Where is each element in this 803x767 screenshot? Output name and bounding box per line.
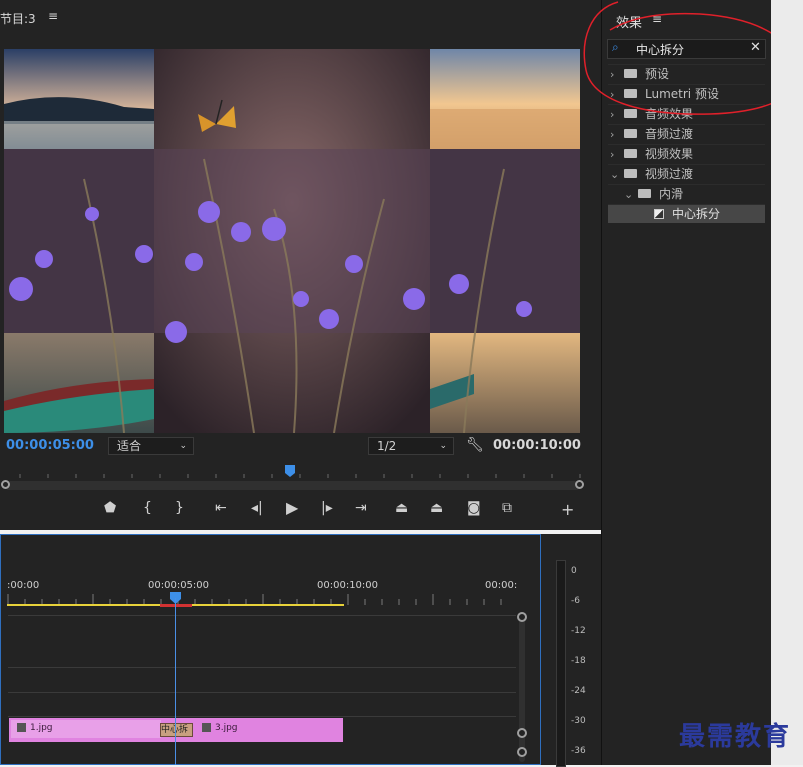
folder-icon (624, 149, 637, 158)
adjacent-panel-edge (771, 0, 803, 765)
tree-item-label: 内滑 (659, 187, 684, 201)
tree-item-label: 音频过渡 (645, 127, 694, 141)
tree-item-label: 视频过渡 (645, 167, 694, 181)
red-annotation-circle (583, 1, 800, 115)
folder-icon (624, 129, 637, 138)
scroll-handle-extra[interactable] (517, 747, 527, 757)
db-label: 0 (571, 566, 577, 576)
monitor-playhead[interactable] (285, 465, 295, 477)
zoom-handle-right[interactable] (575, 480, 584, 489)
current-timecode[interactable]: 00:00:05:00 (6, 438, 94, 453)
track-divider (8, 716, 516, 717)
tree-item-slide[interactable]: ⌄ 内滑 (608, 184, 765, 203)
scroll-handle-top[interactable] (517, 612, 527, 622)
step-forward-icon[interactable]: |▸ (321, 500, 333, 516)
playhead-line (175, 598, 176, 765)
ruler-label: 00:00:10:00 (317, 580, 379, 591)
db-label: -6 (571, 596, 580, 606)
monitor-zoom-scrollbar[interactable] (5, 481, 580, 490)
transition-icon (654, 208, 664, 219)
mark-out-icon[interactable]: } (175, 500, 184, 516)
fit-zoom-value: 适合 (117, 439, 142, 453)
db-label: -24 (571, 686, 586, 696)
program-video-frame (4, 49, 580, 433)
composited-video-frame (4, 49, 580, 433)
tree-item-audio-transitions[interactable]: › 音频过渡 (608, 124, 765, 143)
chevron-down-icon: ⌄ (439, 441, 447, 451)
transition-center-split[interactable]: 中心拆 (160, 723, 193, 737)
chevron-down-icon: ⌄ (624, 188, 634, 201)
db-label: -30 (571, 716, 586, 726)
clip-name: 3.jpg (215, 723, 238, 733)
fx-badge-icon (202, 723, 211, 732)
chevron-down-icon: ⌄ (179, 441, 187, 451)
add-button-icon[interactable]: + (561, 500, 574, 519)
timeline-vertical-scrollbar[interactable] (519, 614, 525, 762)
extract-icon[interactable]: ⏏ (430, 500, 443, 516)
program-monitor-tab[interactable]: 节目:3 (0, 10, 36, 27)
go-to-in-icon[interactable]: ⇤ (215, 500, 227, 516)
clip-1[interactable]: 1.jpg (11, 720, 161, 738)
mark-in-icon[interactable]: { (143, 500, 152, 516)
tree-item-video-transitions[interactable]: ⌄ 视频过渡 (608, 164, 765, 183)
step-back-icon[interactable]: ◂| (251, 500, 263, 516)
watermark-logo: 最需教育 (679, 722, 792, 752)
resolution-select[interactable]: 1/2 ⌄ (368, 437, 454, 455)
lift-icon[interactable]: ⏏ (395, 500, 408, 516)
db-label: -12 (571, 626, 586, 636)
ruler-label: 00:00: (485, 580, 518, 591)
wrench-settings-icon[interactable]: 🔧︎ (466, 437, 484, 453)
audio-level-meter (556, 560, 566, 767)
chevron-right-icon: › (610, 128, 615, 141)
folder-icon (624, 169, 637, 178)
folder-icon (638, 189, 651, 198)
track-divider (8, 615, 516, 616)
track-divider (8, 667, 516, 668)
ruler-label: 00:00:05:00 (148, 580, 210, 591)
tree-item-center-split[interactable]: 中心拆分 (608, 204, 765, 223)
panel-menu-icon[interactable]: ≡ (48, 9, 58, 23)
tree-item-label: 视频效果 (645, 147, 694, 161)
db-label: -36 (571, 746, 586, 756)
db-label: -18 (571, 656, 586, 666)
track-divider (8, 692, 516, 693)
marker-icon[interactable]: ⬟ (104, 500, 116, 516)
export-frame-icon[interactable]: ◙ (467, 500, 481, 516)
scroll-handle-bottom[interactable] (517, 728, 527, 738)
clip-3[interactable]: 3.jpg (196, 720, 342, 738)
duration-timecode: 00:00:10:00 (493, 438, 581, 453)
go-to-out-icon[interactable]: ⇥ (355, 500, 367, 516)
comparison-view-icon[interactable]: ⧉ (502, 500, 512, 516)
tree-item-video-effects[interactable]: › 视频效果 (608, 144, 765, 163)
tree-item-label: 中心拆分 (672, 207, 721, 221)
chevron-down-icon: ⌄ (610, 168, 620, 181)
resolution-value: 1/2 (377, 439, 397, 453)
fit-zoom-select[interactable]: 适合 ⌄ (108, 437, 194, 455)
chevron-right-icon: › (610, 148, 615, 161)
play-icon[interactable]: ▶ (286, 498, 298, 517)
zoom-handle-left[interactable] (1, 480, 10, 489)
ruler-label: :00:00 (7, 580, 40, 591)
clip-name: 1.jpg (30, 723, 53, 733)
fx-badge-icon (17, 723, 26, 732)
